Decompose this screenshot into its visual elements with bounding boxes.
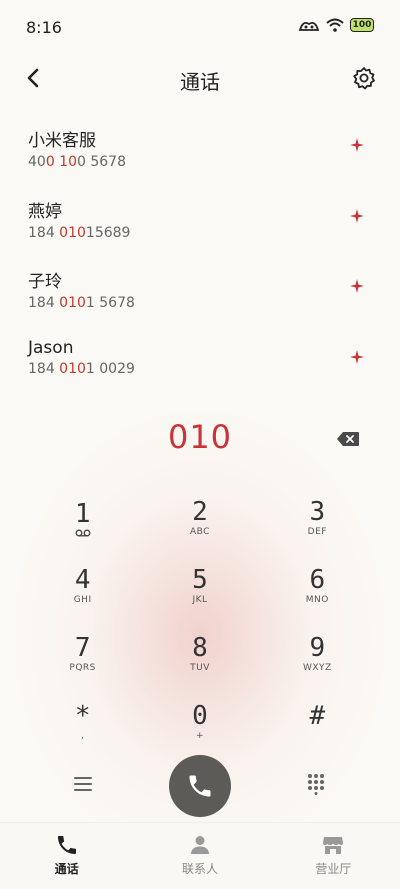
phone-icon bbox=[57, 836, 76, 854]
wifi-icon bbox=[326, 18, 344, 32]
backspace-icon[interactable] bbox=[336, 431, 360, 447]
contact-number: 184 01015689 bbox=[28, 224, 131, 241]
nav-label: 通话 bbox=[54, 862, 79, 876]
contact-name: 子玲 bbox=[28, 272, 62, 292]
menu-icon[interactable] bbox=[72, 773, 94, 795]
nav-item-contacts[interactable]: 联系人 bbox=[133, 823, 266, 889]
contact-number: 184 0101 0029 bbox=[28, 360, 135, 377]
voicemail-icon bbox=[75, 529, 91, 537]
contact-item[interactable]: Jason 184 0101 0029 bbox=[0, 332, 400, 403]
keypad-toggle-icon[interactable] bbox=[306, 773, 326, 795]
call-button[interactable] bbox=[169, 755, 231, 817]
contact-item[interactable]: 小米客服 400 100 5678 bbox=[0, 120, 400, 191]
sparkle-icon bbox=[350, 208, 364, 223]
sparkle-icon bbox=[350, 279, 364, 293]
nav-item-calls[interactable]: 通话 bbox=[0, 823, 133, 889]
nav-label: 联系人 bbox=[181, 862, 218, 876]
key-0[interactable]: 0 + bbox=[141, 692, 258, 752]
key-2[interactable]: 2 ABC bbox=[141, 488, 258, 548]
signal-icon bbox=[298, 21, 320, 31]
contact-name: Jason bbox=[28, 337, 74, 358]
contact-name: 小米客服 bbox=[28, 131, 96, 151]
battery-icon: 100 bbox=[350, 18, 374, 32]
key-7[interactable]: 7 PQRS bbox=[24, 624, 141, 684]
dial-keypad: 1 2 ABC 3 DEF 4 GHI 5 JKL 6 MNO 7 PQRS 8 TUV 9W… bbox=[24, 488, 376, 752]
contact-name: 燕婷 bbox=[28, 201, 62, 222]
gear-icon[interactable] bbox=[352, 66, 376, 90]
key-9[interactable]: 9 WXYZ bbox=[259, 624, 376, 684]
contact-number: 400 100 5678 bbox=[28, 154, 126, 170]
status-bar: 8:16 100 bbox=[0, 0, 400, 52]
contact-number: 184 0101 5678 bbox=[28, 295, 135, 311]
page-title: 通话 bbox=[180, 70, 220, 94]
key-1[interactable]: 1 bbox=[24, 488, 141, 548]
key-8[interactable]: 8 TUV bbox=[141, 624, 258, 684]
key-hash[interactable]: # bbox=[259, 692, 376, 752]
person-icon bbox=[190, 836, 209, 854]
bottom-nav: 通话 联系人 营业厅 bbox=[0, 822, 400, 889]
sparkle-icon bbox=[350, 349, 364, 364]
nav-item-store[interactable]: 营业厅 bbox=[267, 823, 400, 889]
contact-item[interactable]: 子玲 184 0101 5678 bbox=[0, 261, 400, 332]
matched-contacts-list: 小米客服 400 100 5678 燕婷 184 01015689 子玲 184… bbox=[0, 120, 400, 402]
key-star[interactable]: *, bbox=[24, 692, 141, 752]
key-3[interactable]: 3 DEF bbox=[259, 488, 376, 548]
phone-icon bbox=[189, 775, 211, 797]
contact-item[interactable]: 燕婷 184 01015689 bbox=[0, 191, 400, 262]
store-icon bbox=[323, 837, 344, 854]
sparkle-icon bbox=[350, 138, 364, 152]
key-4[interactable]: 4 GHI bbox=[24, 556, 141, 616]
header: 通话 bbox=[0, 60, 400, 100]
key-5[interactable]: 5 JKL bbox=[141, 556, 258, 616]
key-6[interactable]: 6 MNO bbox=[259, 556, 376, 616]
dialer-actions bbox=[0, 755, 400, 817]
status-icons: 100 bbox=[298, 18, 374, 32]
status-time: 8:16 bbox=[26, 18, 62, 37]
nav-label: 营业厅 bbox=[315, 862, 352, 876]
